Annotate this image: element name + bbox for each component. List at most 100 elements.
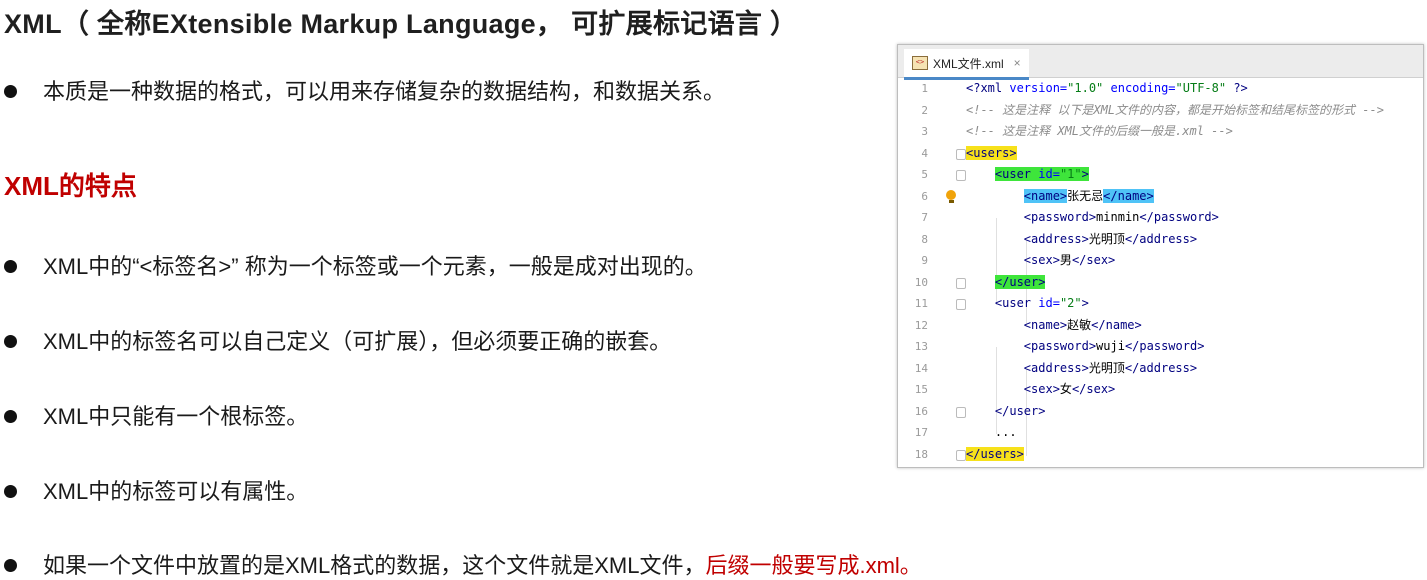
code-token: <name> xyxy=(1023,188,1068,203)
feature-text: 如果一个文件中放置的是XML格式的数据，这个文件就是XML文件， xyxy=(43,553,706,578)
line-number: 17 xyxy=(914,426,928,439)
intro-text: 本质是一种数据的格式，可以用来存储复杂的数据结构，和数据关系。 xyxy=(43,79,726,104)
code-line: 5 <user id="1"> xyxy=(898,164,1423,186)
line-number: 15 xyxy=(914,383,928,396)
code-comment: <!-- 这是注释 XML文件的后缀一般是.xml --> xyxy=(966,124,1233,138)
code-token: <sex> xyxy=(1023,382,1060,396)
editor-tab[interactable]: <> XML文件.xml × xyxy=(904,49,1029,80)
code-line: 4 <users> xyxy=(898,143,1423,165)
editor-tab-label: XML文件.xml xyxy=(933,56,1004,71)
lightbulb-icon[interactable] xyxy=(946,189,956,203)
bullet-dot-icon xyxy=(4,484,17,498)
code-token: wuji xyxy=(1096,339,1125,353)
code-token: </sex> xyxy=(1071,253,1116,267)
fold-marker-icon[interactable] xyxy=(956,406,966,418)
line-number: 12 xyxy=(914,318,928,332)
code-token: <password> xyxy=(1023,339,1097,353)
code-token: </password> xyxy=(1124,339,1205,353)
code-token: </users> xyxy=(966,446,1024,461)
code-token: 光明顶 xyxy=(1088,231,1125,246)
code-comment: <!-- 这是注释 以下是XML文件的内容，都是开始标签和结尾标签的形式 --> xyxy=(966,102,1384,117)
code-token: </password> xyxy=(1139,210,1219,224)
code-line: 18 </users> xyxy=(898,444,1423,466)
feature-text: XML中的标签可以有属性。 xyxy=(43,479,309,504)
code-line: 3 <!-- 这是注释 XML文件的后缀一般是.xml --> xyxy=(898,121,1423,143)
bullet-dot-icon xyxy=(4,259,17,273)
line-number: 3 xyxy=(921,125,928,138)
code-token: minmin xyxy=(1096,210,1140,224)
feature-bullet: 如果一个文件中放置的是XML格式的数据，这个文件就是XML文件，后缀一般要写成.… xyxy=(4,548,922,580)
bullet-dot-icon xyxy=(4,84,17,98)
code-line: 11 <user id="2"> xyxy=(898,293,1423,315)
line-number: 6 xyxy=(921,189,928,203)
code-line: 13 <password>wuji</password> xyxy=(898,336,1423,358)
line-number: 13 xyxy=(914,340,928,353)
feature-text: XML中的标签名可以自己定义（可扩展），但必须要正确的嵌套。 xyxy=(43,329,672,354)
code-token: <address> xyxy=(1023,231,1089,246)
section-title: XML的特点 xyxy=(4,171,137,201)
code-token: <name> xyxy=(1023,317,1068,332)
code-token: 赵敏 xyxy=(1067,317,1092,332)
code-token: <users> xyxy=(966,145,1017,160)
code-token: version= xyxy=(1009,81,1068,95)
code-line: 12 <name>赵敏</name> xyxy=(898,315,1423,337)
fold-marker-icon[interactable] xyxy=(956,449,966,461)
code-token: "1.0" xyxy=(1067,81,1104,95)
code-token: ?> xyxy=(1226,81,1248,95)
code-line: 16 </user> xyxy=(898,401,1423,423)
code-token: <password> xyxy=(1023,210,1097,224)
code-line: 1 <?xml version="1.0" encoding="UTF-8" ?> xyxy=(898,78,1423,100)
code-token: "1" xyxy=(1059,167,1082,181)
code-line: 14 <address>光明顶</address> xyxy=(898,358,1423,380)
line-number: 11 xyxy=(914,297,928,310)
suffix-highlight-text: 后缀一般要写成.xml。 xyxy=(705,553,922,578)
code-token: 张无忌 xyxy=(1067,188,1104,203)
code-token: <user xyxy=(994,167,1039,181)
feature-bullet: XML中的标签名可以自己定义（可扩展），但必须要正确的嵌套。 xyxy=(4,324,671,356)
code-token: ... xyxy=(994,425,1017,439)
code-token: encoding= xyxy=(1103,81,1176,95)
fold-marker-icon[interactable] xyxy=(956,299,966,310)
code-token: </user> xyxy=(994,274,1046,289)
code-token: 女 xyxy=(1059,382,1072,396)
line-number: 14 xyxy=(914,361,928,375)
code-token: "UTF-8" xyxy=(1175,81,1227,95)
code-line: 7 <password>minmin</password> xyxy=(898,207,1423,229)
code-line: 6 <name>张无忌</name> xyxy=(898,186,1423,208)
code-line: 10 </user> xyxy=(898,272,1423,294)
code-token: </address> xyxy=(1124,231,1198,246)
page-title: XML（ 全称EXtensible Markup Language， 可扩展标记… xyxy=(4,9,798,39)
fold-marker-icon[interactable] xyxy=(956,277,966,289)
line-number: 9 xyxy=(921,254,928,267)
bullet-dot-icon xyxy=(4,334,17,348)
xml-file-icon: <> xyxy=(912,56,928,70)
code-token: </name> xyxy=(1103,188,1154,203)
code-token: 光明顶 xyxy=(1088,360,1125,375)
code-token: </address> xyxy=(1124,360,1198,375)
fold-marker-icon[interactable] xyxy=(956,148,966,160)
code-token: </user> xyxy=(994,403,1046,418)
bullet-dot-icon xyxy=(4,409,17,423)
code-area[interactable]: 1 <?xml version="1.0" encoding="UTF-8" ?>… xyxy=(898,78,1423,467)
line-number: 10 xyxy=(914,275,928,289)
fold-marker-icon[interactable] xyxy=(956,170,966,181)
close-icon[interactable]: × xyxy=(1014,56,1021,70)
code-editor-panel: <> XML文件.xml × 1 <?xml version="1.0" enco… xyxy=(897,44,1424,468)
code-line: 2 <!-- 这是注释 以下是XML文件的内容，都是开始标签和结尾标签的形式 --… xyxy=(898,100,1423,122)
line-number: 1 xyxy=(921,82,928,95)
code-line: 17 ... xyxy=(898,422,1423,444)
code-token: <address> xyxy=(1023,360,1089,375)
intro-bullet: 本质是一种数据的格式，可以用来存储复杂的数据结构，和数据关系。 xyxy=(4,74,725,106)
line-number: 16 xyxy=(914,404,928,418)
code-token: > xyxy=(1081,167,1089,181)
code-token: "2" xyxy=(1059,296,1082,310)
feature-bullet: XML中只能有一个根标签。 xyxy=(4,399,308,431)
code-token: <?xml xyxy=(966,81,1010,95)
line-number: 2 xyxy=(921,103,928,117)
code-token: id= xyxy=(1038,167,1060,181)
code-token: 男 xyxy=(1059,253,1072,267)
feature-text: XML中只能有一个根标签。 xyxy=(43,404,309,429)
line-number: 8 xyxy=(921,232,928,246)
code-token: </name> xyxy=(1091,317,1142,332)
code-token: > xyxy=(1081,296,1089,310)
